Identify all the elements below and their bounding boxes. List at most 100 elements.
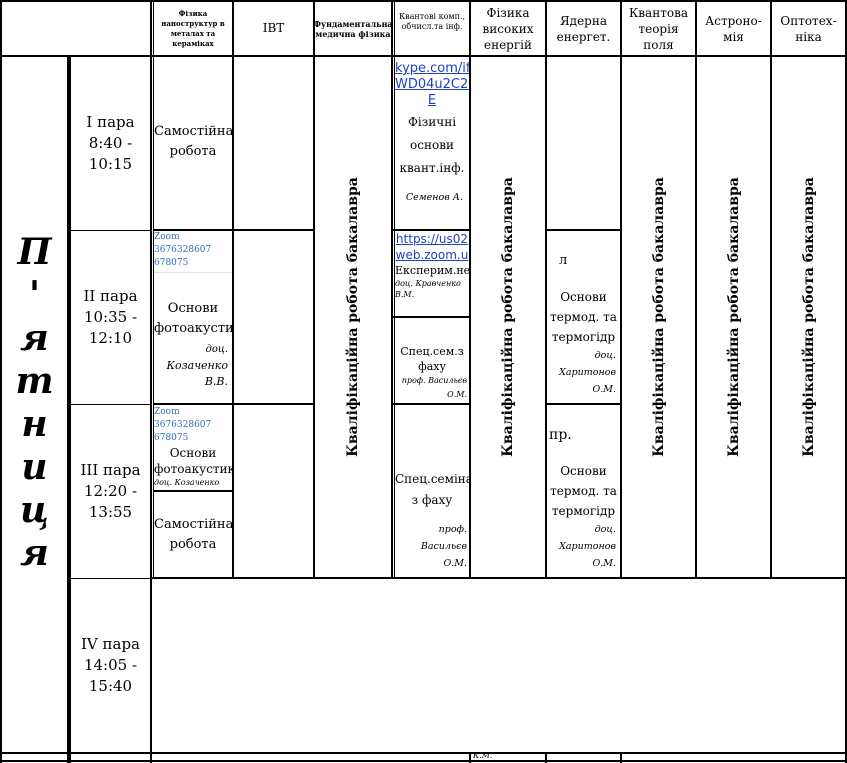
period-1: І пара 8:40 - 10:15 [71, 57, 150, 230]
cell-photoacoustics-p2: Zoom 3676328607 678075 Основи фотоакусти… [154, 231, 232, 403]
cell-thermodynamics-p2: л Основи термод. та термогідр доц. Харит… [547, 231, 620, 403]
column-header-medical-physics: Фундаментальна медична фізика [315, 2, 391, 55]
column-header-optotech: Оптотех-ніка [772, 2, 845, 55]
period-time: 13:55 [88, 503, 133, 521]
lecturer-name: Харитонов О.М. [559, 367, 616, 395]
grid-line [545, 752, 547, 763]
cell-special-seminar-p2: Спец.сем.з фаху проф. Васильєв О.М. [395, 318, 469, 403]
period-time: 8:40 - [88, 134, 133, 152]
grid-line [153, 490, 233, 492]
column-header-label: Ядерна енергет. [556, 13, 611, 44]
subject-name: Спец.сем.з фаху [400, 345, 464, 373]
fragment-text: К.М. [473, 751, 493, 760]
meeting-link[interactable]: https://us02 web.zoom.u [395, 231, 469, 263]
zoom-link[interactable]: Zoom 3676328607 678075 [154, 405, 232, 445]
lecturer-name: доц. Козаченко В.В. [154, 478, 220, 490]
lecturer-title: проф. [438, 524, 467, 535]
column-header-high-energy: Фізика високих енергій [471, 2, 545, 55]
day-letter: я [20, 532, 49, 574]
period-time: 12:20 - [83, 482, 138, 500]
column-header-astronomy: Астроно-мія [697, 2, 770, 55]
period-time: 15:40 [88, 677, 133, 695]
subject-name: Основи термод. та термогідр [550, 290, 617, 344]
period-name: ІІІ пара [80, 461, 141, 479]
lesson-type: пр. [549, 427, 572, 443]
zoom-link[interactable]: Zoom 3676328607 678075 [154, 231, 232, 273]
day-letter: и [21, 446, 48, 488]
column-header-label: Фундаментальна медична фізика [315, 18, 391, 39]
lecturer-title: доц. [154, 342, 232, 358]
period-4: IV пара 14:05 - 15:40 [71, 579, 150, 752]
column-header-label: Квантові комп., обчисл.та інф. [398, 12, 466, 31]
lecturer-name: проф. Васильєв О.М. [401, 376, 467, 399]
lecturer-name: Семенов А. [405, 192, 463, 203]
thesis-text: Кваліфікаційна робота бакалавра [345, 177, 362, 457]
grid-line [620, 752, 622, 763]
day-letter: т [15, 360, 54, 402]
period-time: 10:35 - [83, 308, 138, 326]
thesis-cell-optotech: Кваліфікаційна робота бакалавра [772, 57, 845, 577]
lesson-type: л [559, 253, 568, 268]
column-header-label: Фізика високих енергій [482, 5, 534, 52]
column-header-label: Квантова теорія поля [629, 5, 688, 52]
cell-special-seminar-p3: Спец.семінар з фаху проф. Васильєв О.М. [395, 405, 469, 577]
thesis-cell-medical-physics: Кваліфікаційна робота бакалавра [315, 57, 391, 577]
grid-line [151, 577, 847, 579]
lecturer-name: Козаченко В.В. [154, 358, 232, 390]
lecturer-name: Васильєв О.М. [420, 541, 467, 569]
period-name: IV пара [80, 635, 140, 653]
column-header-label: ІВТ [262, 21, 285, 35]
period-name: ІІ пара [83, 287, 138, 305]
thesis-cell-high-energy: Кваліфікаційна робота бакалавра [471, 57, 545, 577]
column-header-nanostructures: Фізика наноструктур в металах та керамік… [154, 2, 232, 55]
subject-name: Фізичні основи квант.інф. [399, 115, 465, 175]
thesis-cell-quantum-field: Кваліфікаційна робота бакалавра [622, 57, 695, 577]
subject-name: Основи фотоакустики [154, 301, 232, 336]
period-3: ІІІ пара 12:20 - 13:55 [71, 405, 150, 578]
period-2: ІІ пара 10:35 - 12:10 [71, 231, 150, 404]
day-label-friday: П ' я т н и ц я [2, 228, 67, 578]
grid-line [391, 0, 393, 579]
period-name: І пара [86, 113, 135, 131]
cell-photoacoustics-p3: Zoom 3676328607 678075 Основи фотоакусти… [154, 405, 232, 490]
lecturer-title: доц. [594, 350, 616, 361]
period-time: 12:10 [88, 329, 133, 347]
grid-line [233, 229, 314, 231]
meeting-link[interactable]: kype.com/if WD04u2C2l E [395, 61, 469, 109]
lecturer-name: Харитонов О.М. [559, 541, 616, 569]
thesis-text: Кваліфікаційна робота бакалавра [500, 177, 517, 457]
period-time: 14:05 - [83, 656, 138, 674]
column-header-ivt: ІВТ [234, 2, 313, 55]
column-header-quantum-field: Квантова теорія поля [622, 2, 695, 55]
column-header-label: Астроно-мія [705, 13, 762, 44]
subject-name: Спец.семінар з фаху [395, 472, 469, 507]
subject-name: Експерим.нелін.опт. [395, 264, 469, 277]
column-header-label: Фізика наноструктур в металах та керамік… [161, 8, 225, 48]
bottom-fragment: К.М. [473, 750, 513, 762]
grid-line [232, 0, 234, 579]
cell-self-study: Самостійна робота [154, 122, 232, 166]
subject-name: Основи фотоакустик [154, 446, 232, 476]
grid-line [469, 752, 471, 763]
thesis-cell-astronomy: Кваліфікаційна робота бакалавра [697, 57, 770, 577]
cell-thermodynamics-p3: пр. Основи термод. та термогідр доц. Хар… [547, 405, 620, 577]
lecturer-title: доц. [594, 524, 616, 535]
column-header-quantum-computing: Квантові комп., обчисл.та інф. [395, 2, 469, 55]
lecturer-name-text: Козаченко В.В. [166, 359, 228, 388]
grid-line [150, 0, 152, 763]
thesis-text: Кваліфікаційна робота бакалавра [800, 177, 817, 457]
cell-text: Самостійна робота [154, 517, 232, 552]
cell-nonlinear-optics-p2: https://us02 web.zoom.u Експерим.нелін.о… [395, 231, 469, 316]
thesis-text: Кваліфікаційна робота бакалавра [650, 177, 667, 457]
period-time: 10:15 [88, 155, 133, 173]
column-header-nuclear-energy: Ядерна енергет. [547, 2, 620, 55]
lecturer-title-text: доц. [205, 344, 228, 355]
subject-name: Основи термод. та термогідр [550, 464, 617, 518]
day-letter: ' [28, 274, 41, 316]
day-letter: н [21, 403, 48, 445]
day-letter: П [17, 231, 52, 273]
thesis-text: Кваліфікаційна робота бакалавра [725, 177, 742, 457]
grid-line [0, 760, 847, 762]
grid-line [0, 752, 847, 754]
grid-line [233, 403, 314, 405]
